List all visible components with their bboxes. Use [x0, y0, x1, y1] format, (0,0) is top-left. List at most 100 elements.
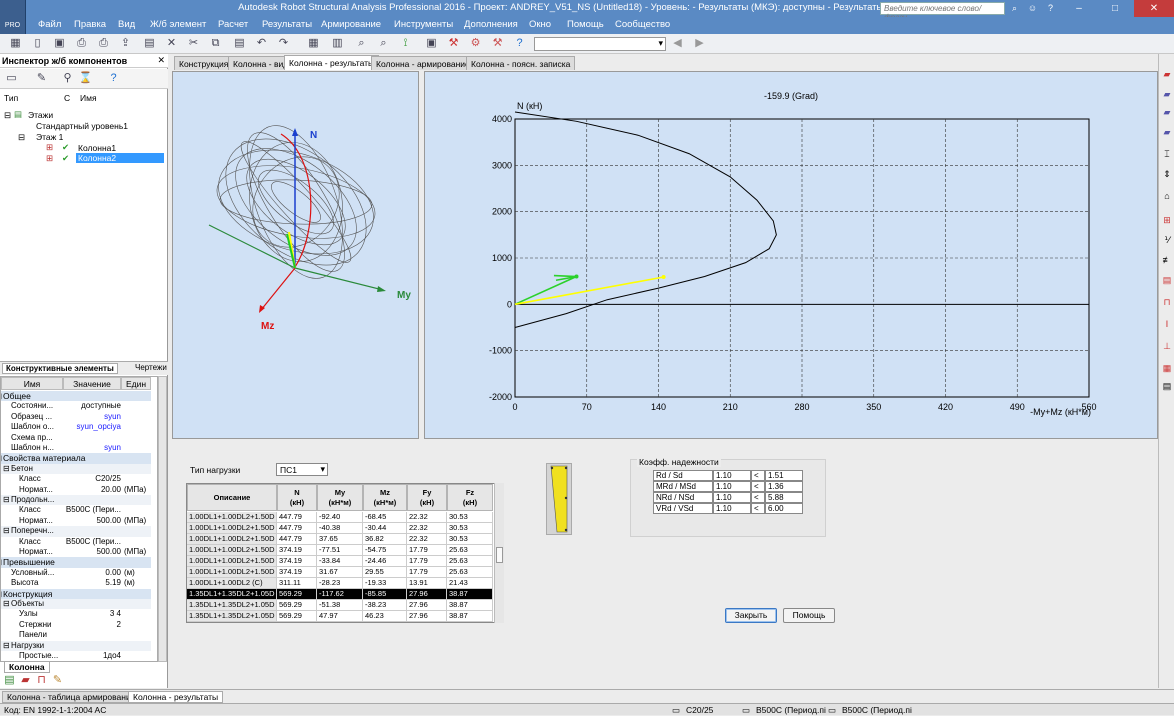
property-value[interactable]: B500C (Пери...: [63, 505, 121, 514]
tab-column-notes[interactable]: Колонна - поясн. записка: [466, 56, 576, 70]
tree-floors[interactable]: Этажи: [28, 110, 53, 120]
load-icon[interactable]: ⚒: [446, 36, 461, 51]
table-row[interactable]: 1.00DL1+1.00DL2+1.50D 374.19 -77.51 -54.75 1…: [187, 545, 503, 556]
menu-results[interactable]: Результаты: [262, 19, 312, 30]
expand-toggle-icon[interactable]: ⊟: [3, 599, 10, 608]
copy-icon[interactable]: ⧉: [208, 36, 223, 51]
table-column-header[interactable]: My (кН*м): [317, 484, 363, 511]
tree-toggle-icon[interactable]: ⊟: [4, 110, 11, 121]
expand-toggle-icon[interactable]: ⊟: [1, 557, 2, 568]
settings-icon[interactable]: ⚙: [468, 36, 483, 51]
spacing-icon[interactable]: ≢: [1161, 254, 1173, 266]
new-file-icon[interactable]: ▯: [30, 36, 45, 51]
property-row[interactable]: Схема пр...: [1, 433, 151, 443]
menu-addins[interactable]: Дополнения: [464, 19, 518, 30]
property-value[interactable]: 1до4: [63, 651, 121, 660]
property-value[interactable]: 5.19: [63, 578, 121, 587]
undo-icon[interactable]: ↶: [254, 36, 269, 51]
tab-structural-elements[interactable]: Конструктивные элементы: [2, 363, 118, 374]
beam-icon[interactable]: ▰: [1161, 88, 1173, 100]
property-value[interactable]: syun_opciya: [63, 422, 121, 431]
property-row[interactable]: ⊟ Нагрузки: [1, 640, 151, 651]
rebar-icon[interactable]: ▰: [18, 673, 33, 688]
stirrup-icon[interactable]: ⊓: [34, 673, 49, 688]
forward-icon[interactable]: ▶: [692, 36, 707, 51]
properties-scrollbar[interactable]: [158, 376, 167, 662]
close-window-button[interactable]: ✕: [1134, 0, 1174, 17]
tools-icon[interactable]: ⚒: [490, 36, 505, 51]
menu-view[interactable]: Вид: [118, 19, 135, 30]
property-section[interactable]: ⊟Общее: [1, 391, 151, 402]
tree-column-1[interactable]: Колонна1: [78, 143, 116, 153]
table-scrollbar[interactable]: [494, 483, 504, 623]
column-def-icon[interactable]: ▰: [1161, 106, 1173, 118]
property-row[interactable]: Простые... 1до4: [1, 651, 151, 661]
menu-window[interactable]: Окно: [529, 19, 551, 30]
toolbar-combo[interactable]: [534, 37, 666, 51]
maximize-button[interactable]: □: [1098, 0, 1132, 17]
table-row[interactable]: 1.00DL1+1.00DL2+1.50D 447.79 -92.40 -68.45 2…: [187, 512, 503, 523]
table-column-header[interactable]: Fz (кН): [447, 484, 493, 511]
print-preview-icon[interactable]: ⎙: [96, 36, 111, 51]
expand-toggle-icon[interactable]: ⊟: [1, 453, 2, 464]
search-icon[interactable]: ⌕: [1008, 2, 1021, 15]
tab-structure[interactable]: Конструкция: [174, 56, 234, 70]
table-row[interactable]: 1.00DL1+1.00DL2+1.50D 374.19 -33.84 -24.46 1…: [187, 556, 503, 567]
menu-help[interactable]: Помощь: [567, 19, 604, 30]
info-icon[interactable]: ?: [1044, 2, 1057, 15]
property-value[interactable]: 2: [63, 620, 121, 629]
property-value[interactable]: 20.00: [63, 485, 121, 494]
property-row[interactable]: ⊟ Бетон: [1, 463, 151, 475]
interaction-curve-chart[interactable]: -159.9 (Grad) N (кН) -My+Mz (кН*м) 0 70 14…: [424, 71, 1158, 439]
help-icon[interactable]: ?: [512, 36, 527, 51]
interaction-surface-3d-view[interactable]: N My Mz: [172, 71, 419, 439]
i-section-icon[interactable]: Ⅰ: [1161, 318, 1173, 330]
axes-icon[interactable]: ⟟: [398, 36, 413, 51]
zoom-in-icon[interactable]: ⌕: [354, 36, 369, 51]
property-row[interactable]: Высота 5.19 (м): [1, 578, 151, 588]
layout-icon[interactable]: ▤: [2, 673, 17, 688]
property-row[interactable]: Шаблон н... syun: [1, 443, 151, 453]
property-row[interactable]: Класс B500C (Пери...: [1, 505, 151, 515]
dimension-icon[interactable]: ⇕: [1161, 168, 1173, 180]
menu-edit[interactable]: Правка: [74, 19, 106, 30]
close-icon[interactable]: ✕: [157, 55, 165, 66]
menu-analysis[interactable]: Расчет: [218, 19, 248, 30]
menu-reinforcement[interactable]: Армирование: [321, 19, 381, 30]
close-button[interactable]: Закрыть: [725, 608, 777, 623]
section-definition-icon[interactable]: ▰: [1161, 68, 1173, 80]
tree-column-2[interactable]: Колонна2: [76, 153, 164, 163]
new-element-icon[interactable]: ▭: [4, 71, 19, 86]
screen-capture-icon[interactable]: ▤: [142, 36, 157, 51]
section-icon[interactable]: ▣: [424, 36, 439, 51]
delete-icon[interactable]: ✕: [164, 36, 179, 51]
cut-icon[interactable]: ✂: [186, 36, 201, 51]
support-icon[interactable]: ⌶: [1161, 148, 1173, 160]
table-column-header[interactable]: Описание: [187, 484, 277, 511]
table-row[interactable]: 1.00DL1+1.00DL2+1.50D 447.79 -40.38 -30.44 2…: [187, 523, 503, 534]
tree-toggle-icon[interactable]: ⊟: [18, 132, 25, 143]
property-value[interactable]: syun: [63, 412, 121, 421]
tab-column-results[interactable]: Колонна - результаты: [284, 55, 380, 70]
calculator-icon[interactable]: ▥: [330, 36, 345, 51]
property-row[interactable]: Состояни... доступные: [1, 401, 151, 411]
property-row[interactable]: ⊟ Продольн...: [1, 495, 151, 506]
table-row[interactable]: 1.35DL1+1.35DL2+1.05D 569.29 47.97 46.23 27.…: [187, 611, 503, 622]
property-section[interactable]: ⊟Превышение: [1, 557, 151, 568]
tab-column-reinforcement[interactable]: Колонна - армирование: [371, 56, 475, 70]
menu-community[interactable]: Сообщество: [615, 19, 670, 30]
tree-floor-1[interactable]: Этаж 1: [36, 132, 63, 142]
property-row[interactable]: Образец ... syun: [1, 412, 151, 422]
table-column-header[interactable]: N (кН): [277, 484, 317, 511]
property-value[interactable]: доступные: [63, 401, 121, 410]
property-row[interactable]: Класс C20/25: [1, 474, 151, 484]
property-row[interactable]: ⊟ Объекты: [1, 599, 151, 610]
structure-icon[interactable]: ▦: [8, 36, 23, 51]
delete-element-icon[interactable]: ⌛: [78, 71, 93, 86]
slab-icon[interactable]: ▰: [1161, 126, 1173, 138]
tab-drawings[interactable]: Чертежи: [132, 363, 170, 372]
tab-column[interactable]: Колонна: [4, 661, 50, 673]
load-type-select[interactable]: ПС1: [276, 463, 328, 476]
help-search-input[interactable]: Введите ключевое слово/фразу: [880, 2, 1005, 22]
expand-toggle-icon[interactable]: ⊟: [3, 641, 10, 650]
